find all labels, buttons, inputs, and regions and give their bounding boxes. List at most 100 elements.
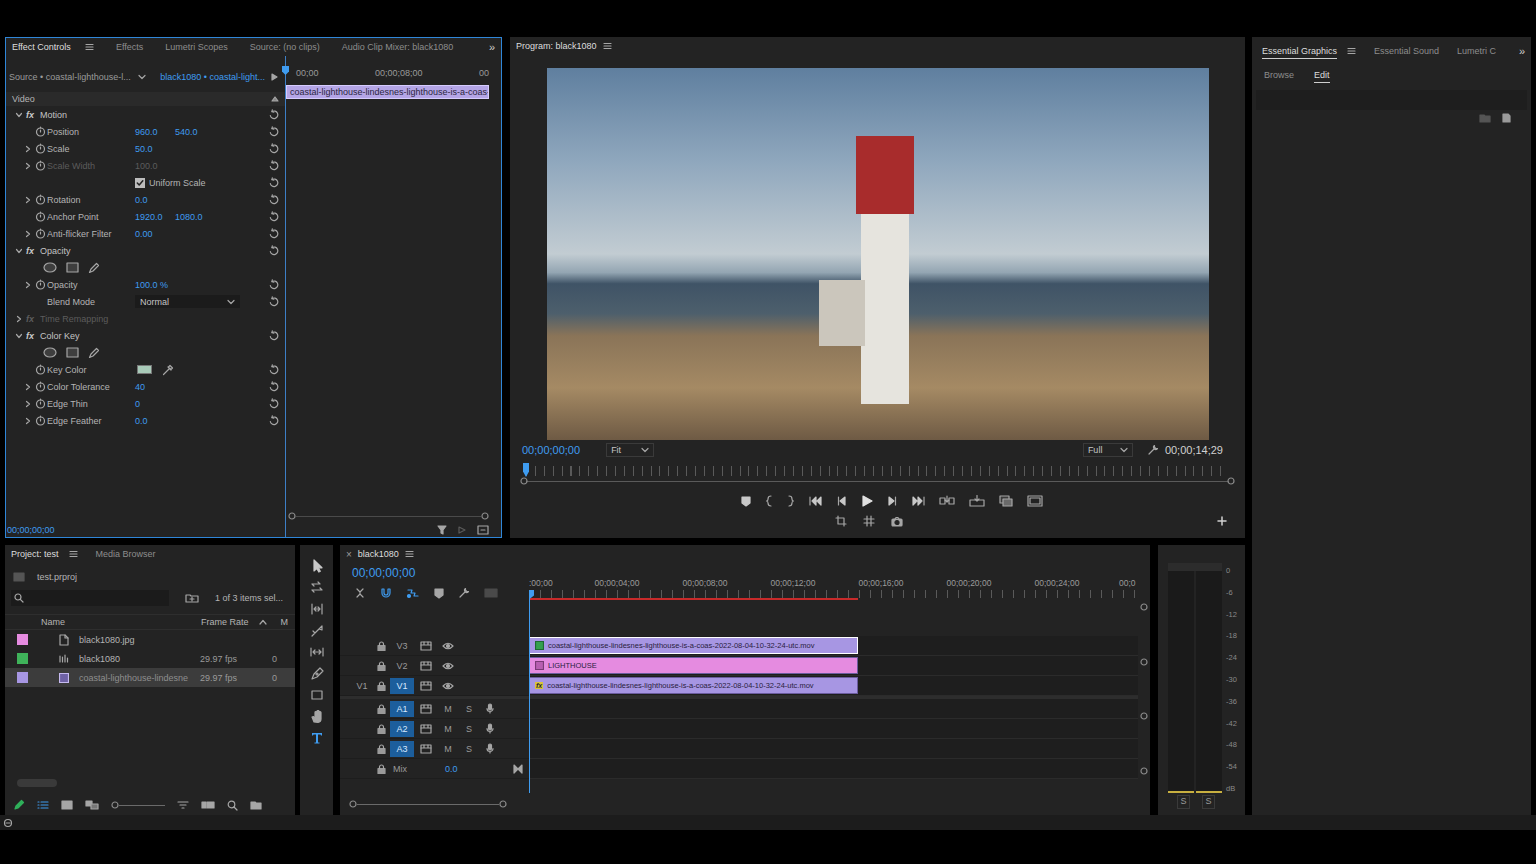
timeline-clip[interactable]: coastal-lighthouse-lindesnes-lighthouse-… <box>529 637 858 654</box>
new-bin-icon[interactable] <box>250 800 262 810</box>
property-value[interactable]: 0 <box>135 399 175 409</box>
scroll-handle-icon[interactable] <box>481 512 489 520</box>
list-view-icon[interactable] <box>37 800 49 810</box>
mix-icon[interactable] <box>513 764 523 774</box>
stopwatch-icon[interactable] <box>33 364 47 375</box>
reset-icon[interactable] <box>268 126 279 137</box>
project-scrollbar[interactable] <box>17 779 57 787</box>
settings-wrench-icon[interactable] <box>1147 444 1159 456</box>
collapsed-icon[interactable] <box>23 196 33 204</box>
collapsed-icon[interactable] <box>23 281 33 289</box>
filter-icon[interactable] <box>437 525 447 535</box>
track-target[interactable]: V2 <box>390 658 414 674</box>
scroll-handle-icon[interactable] <box>349 800 357 808</box>
sequence-clip-label[interactable]: black1080 • coastal-light... <box>160 72 265 82</box>
scroll-handle-icon[interactable] <box>499 800 507 808</box>
zoom-slider[interactable] <box>111 801 165 809</box>
property-value[interactable]: 100.0 <box>135 161 175 171</box>
mute-button[interactable]: M <box>440 704 456 714</box>
search-field[interactable] <box>11 590 169 606</box>
effect-timecode[interactable]: 00;00;00;00 <box>7 525 55 535</box>
mute-button[interactable]: M <box>440 744 456 754</box>
project-item[interactable]: coastal-lighthouse-lindesne29.97 fps0 <box>5 668 295 687</box>
property-value[interactable]: 960.0 <box>135 127 175 137</box>
type-tool-icon[interactable] <box>310 730 324 747</box>
label-color-swatch[interactable] <box>17 634 28 645</box>
step-back-icon[interactable] <box>837 496 847 506</box>
stopwatch-icon[interactable] <box>33 143 47 154</box>
button-editor-icon[interactable] <box>1217 516 1227 526</box>
lock-icon[interactable] <box>372 661 390 671</box>
write-protect-icon[interactable] <box>13 799 25 811</box>
panel-tab[interactable]: Lumetri Scopes <box>165 40 228 54</box>
scroll-handle-icon[interactable] <box>1140 603 1148 611</box>
panel-tab[interactable]: Lumetri C <box>1457 44 1496 58</box>
scroll-up-icon[interactable] <box>271 96 279 102</box>
panel-tab[interactable]: Program: black1080 <box>516 39 597 53</box>
sync-lock-icon[interactable] <box>418 704 434 714</box>
scroll-handle-icon[interactable] <box>1140 712 1148 720</box>
track-select-tool-icon[interactable] <box>310 580 324 597</box>
toggle-timeline-icon[interactable] <box>271 73 278 81</box>
go-to-out-icon[interactable] <box>911 496 925 506</box>
panel-overflow[interactable]: » <box>489 41 495 53</box>
panel-tab[interactable]: Effects <box>116 40 143 54</box>
reset-icon[interactable] <box>268 177 279 188</box>
scrub-end-icon[interactable] <box>1227 477 1235 485</box>
source-patch[interactable]: V1 <box>352 681 372 691</box>
uniform-scale-checkbox[interactable] <box>135 178 145 188</box>
eye-icon[interactable] <box>440 682 456 690</box>
play-icon[interactable] <box>861 495 873 507</box>
icon-view-icon[interactable] <box>61 800 73 810</box>
solo-button[interactable]: S <box>461 724 477 734</box>
sequence-timecode[interactable]: 00;00;00;00 <box>352 566 529 580</box>
sync-lock-icon[interactable] <box>418 724 434 734</box>
sort-ascending-icon[interactable] <box>259 619 267 625</box>
step-forward-icon[interactable] <box>887 496 897 506</box>
dropdown-chevron-icon[interactable] <box>227 299 235 305</box>
column-name[interactable]: Name <box>41 617 201 627</box>
close-tab-button[interactable]: × <box>346 549 352 560</box>
subtab[interactable]: Browse <box>1264 68 1294 82</box>
blend-mode-dropdown[interactable]: Normal <box>135 295 240 308</box>
property-value[interactable]: 540.0 <box>175 127 215 137</box>
eye-icon[interactable] <box>440 642 456 650</box>
lock-icon[interactable] <box>372 724 390 734</box>
panel-menu-icon[interactable] <box>69 550 78 558</box>
property-value[interactable]: 100.0 % <box>135 280 175 290</box>
reset-icon[interactable] <box>268 160 279 171</box>
stopwatch-icon[interactable] <box>33 381 47 392</box>
collapsed-icon[interactable] <box>23 145 33 153</box>
collapsed-icon[interactable] <box>23 383 33 391</box>
panel-tab[interactable]: Audio Clip Mixer: black1080 <box>342 40 454 54</box>
reset-icon[interactable] <box>268 245 279 256</box>
stopwatch-icon[interactable] <box>33 194 47 205</box>
reset-icon[interactable] <box>268 398 279 409</box>
stopwatch-icon[interactable] <box>33 160 47 171</box>
add-marker-icon[interactable] <box>741 496 751 507</box>
lock-icon[interactable] <box>372 704 390 714</box>
track-target[interactable]: A1 <box>390 701 414 717</box>
mute-button[interactable]: M <box>440 724 456 734</box>
meter-solo-button[interactable]: S <box>1177 795 1190 809</box>
slider-knob-icon[interactable] <box>111 801 119 809</box>
track-target[interactable]: V3 <box>390 638 414 654</box>
property-value[interactable]: 40 <box>135 382 175 392</box>
sync-lock-icon[interactable] <box>418 661 434 671</box>
selection-tool-icon[interactable] <box>310 558 324 575</box>
scroll-handle-icon[interactable] <box>1140 658 1148 666</box>
property-value[interactable]: 1920.0 <box>135 212 175 222</box>
pen-tool-icon[interactable] <box>310 666 324 683</box>
rectangle-tool-icon[interactable] <box>310 687 324 704</box>
label-color-swatch[interactable] <box>17 653 28 664</box>
source-clip-label[interactable]: Source • coastal-lighthouse-l... <box>9 72 132 82</box>
collapsed-icon[interactable] <box>14 315 24 323</box>
timeline-clip[interactable]: fxcoastal-lighthouse-lindesnes-lighthous… <box>529 677 858 694</box>
pen-mask-icon[interactable] <box>88 347 100 359</box>
track-target[interactable]: A2 <box>390 721 414 737</box>
panel-menu-icon[interactable] <box>85 43 94 51</box>
rectangle-mask-icon[interactable] <box>66 347 79 358</box>
solo-button[interactable]: S <box>461 744 477 754</box>
project-item[interactable]: black108029.97 fps0 <box>5 649 295 668</box>
reset-icon[interactable] <box>268 211 279 222</box>
